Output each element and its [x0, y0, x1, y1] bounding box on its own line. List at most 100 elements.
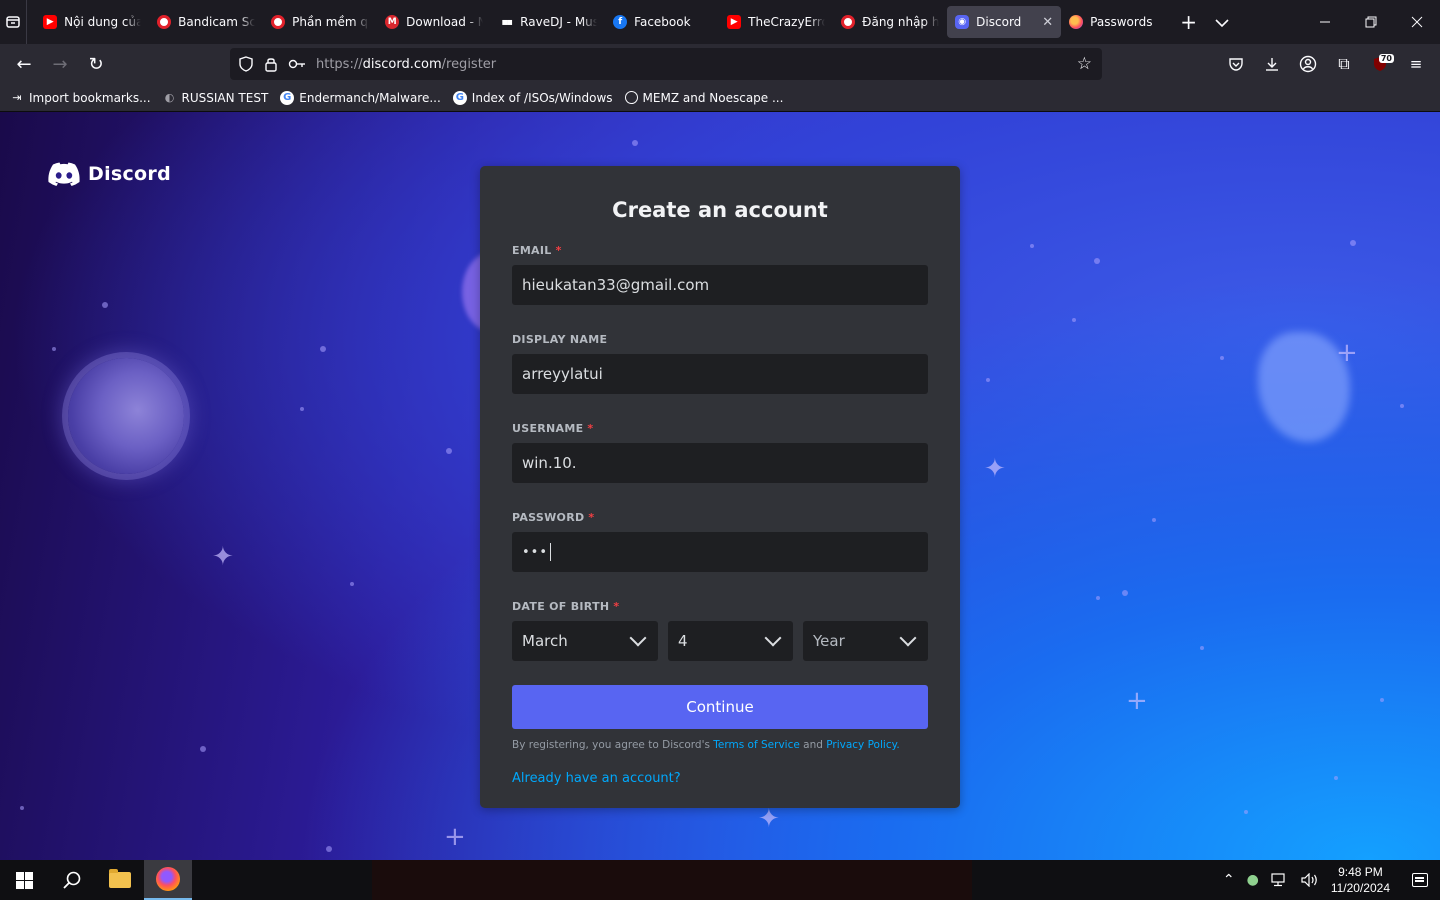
- star: [1096, 596, 1100, 600]
- file-explorer-button[interactable]: [96, 860, 144, 900]
- star: [320, 346, 326, 352]
- globe-icon: [624, 91, 638, 104]
- star: [52, 347, 56, 351]
- required-marker: *: [613, 600, 620, 613]
- star: [1152, 518, 1156, 522]
- sparkle: +: [1336, 338, 1358, 368]
- firefox-icon: [156, 867, 180, 891]
- tabbar-controls: [1202, 0, 1440, 44]
- tab-label: Bandicam Sc: [178, 15, 256, 29]
- url-text[interactable]: https://discord.com/register: [316, 57, 496, 72]
- star: [300, 407, 304, 411]
- url-bar[interactable]: https://discord.com/register ☆: [230, 48, 1102, 80]
- tab-facebook[interactable]: f Facebook: [605, 6, 719, 38]
- windows-taskbar: ⌃ ● 9:48 PM 11/20/2024: [0, 860, 1440, 900]
- privacy-policy-link[interactable]: Privacy Policy: [826, 739, 896, 751]
- continue-button[interactable]: Continue: [512, 685, 928, 729]
- key-icon[interactable]: [288, 58, 306, 70]
- terms-of-service-link[interactable]: Terms of Service: [713, 739, 800, 751]
- lock-icon[interactable]: [264, 56, 278, 72]
- close-tab-icon[interactable]: ✕: [1042, 15, 1053, 30]
- login-link[interactable]: Already have an account?: [512, 771, 928, 786]
- ublock-button[interactable]: 70: [1362, 48, 1398, 80]
- start-button[interactable]: [0, 860, 48, 900]
- chevron-down-icon: [1215, 18, 1229, 27]
- bookmark-index-isos[interactable]: G Index of /ISOs/Windows: [452, 90, 613, 105]
- tab-phan-mem[interactable]: Phần mềm q: [263, 6, 377, 38]
- account-button[interactable]: [1290, 48, 1326, 80]
- star: [1094, 258, 1100, 264]
- star: [1200, 646, 1204, 650]
- star: [1350, 240, 1356, 246]
- forward-button[interactable]: →: [42, 48, 78, 80]
- firefox-taskbar-button[interactable]: [144, 860, 192, 900]
- tab-discord[interactable]: ◉ Discord ✕: [947, 6, 1062, 38]
- bookmarks-toolbar: ⇥ Import bookmarks... ◐ RUSSIAN TEST G Ende…: [0, 84, 1440, 112]
- password-field[interactable]: •••: [512, 532, 928, 572]
- user-icon[interactable]: ●: [1247, 872, 1259, 888]
- downloads-button[interactable]: [1254, 48, 1290, 80]
- star: [1334, 776, 1338, 780]
- tab-bandicam[interactable]: Bandicam Sc: [149, 6, 263, 38]
- show-hidden-icons-chevron-icon[interactable]: ⌃: [1223, 872, 1235, 888]
- username-field[interactable]: win.10.: [512, 443, 928, 483]
- notification-center-icon[interactable]: [1412, 873, 1428, 887]
- label-text: DISPLAY NAME: [512, 333, 608, 346]
- volume-icon[interactable]: [1301, 873, 1319, 887]
- star: [632, 140, 638, 146]
- star: [1244, 810, 1248, 814]
- tab-strip: ▶ Nội dung của Bandicam Sc Phần mềm q M Do…: [0, 0, 1440, 44]
- star: [1220, 356, 1224, 360]
- brand-wordmark: Discord: [88, 163, 171, 185]
- day-select[interactable]: 4: [668, 621, 793, 661]
- username-label: USERNAME *: [512, 422, 928, 435]
- tab-thecrazyerror[interactable]: ▶ TheCrazyErro: [719, 6, 833, 38]
- tab-youtube-content[interactable]: ▶ Nội dung của: [35, 6, 149, 38]
- required-marker: *: [555, 244, 562, 257]
- arrow-left-icon: ←: [16, 53, 32, 75]
- continue-label: Continue: [686, 698, 754, 716]
- network-icon[interactable]: [1271, 873, 1289, 887]
- bookmark-star-icon[interactable]: ☆: [1077, 54, 1092, 74]
- bookmark-russian-test[interactable]: ◐ RUSSIAN TEST: [163, 91, 269, 105]
- tab-label: Đăng nhập h: [862, 15, 940, 29]
- tab-dang-nhap[interactable]: Đăng nhập h: [833, 6, 947, 38]
- back-button[interactable]: ←: [6, 48, 42, 80]
- minimize-button[interactable]: [1302, 0, 1348, 44]
- reload-button[interactable]: ↻: [78, 48, 114, 80]
- bookmark-memz[interactable]: MEMZ and Noescape ...: [624, 91, 783, 105]
- clock[interactable]: 9:48 PM 11/20/2024: [1331, 864, 1390, 896]
- extensions-button[interactable]: ⧉: [1326, 48, 1362, 80]
- close-window-button[interactable]: [1394, 0, 1440, 44]
- close-icon: [1411, 16, 1423, 28]
- bookmark-import[interactable]: ⇥ Import bookmarks...: [10, 91, 150, 105]
- firefox-view-button[interactable]: [0, 0, 28, 44]
- app-menu-button[interactable]: ≡: [1398, 48, 1434, 80]
- tab-passwords[interactable]: Passwords: [1061, 6, 1175, 38]
- tab-label: TheCrazyErro: [748, 15, 826, 29]
- reload-icon: ↻: [88, 53, 104, 75]
- discord-register-page: ✦ ✦ ✦ + + + Discord Create an account EM…: [0, 112, 1440, 860]
- tab-ravedj[interactable]: ▪▪ RaveDJ - Mus: [491, 6, 605, 38]
- restore-button[interactable]: [1348, 0, 1394, 44]
- tab-label: Download - N: [406, 15, 484, 29]
- email-field[interactable]: hieukatan33@gmail.com: [512, 265, 928, 305]
- month-select[interactable]: March: [512, 621, 658, 661]
- firefox-view-icon: [6, 16, 20, 28]
- bookmark-endermanch[interactable]: G Endermanch/Malware...: [280, 90, 441, 105]
- tab-label: Facebook: [634, 15, 691, 29]
- url-scheme: https://: [316, 56, 363, 72]
- shield-icon[interactable]: [238, 56, 254, 72]
- year-select[interactable]: Year: [803, 621, 928, 661]
- pocket-button[interactable]: [1218, 48, 1254, 80]
- list-all-tabs-button[interactable]: [1202, 13, 1242, 32]
- tab-mega-download[interactable]: M Download - N: [377, 6, 491, 38]
- restore-icon: [1365, 16, 1377, 28]
- clock-time: 9:48 PM: [1338, 865, 1383, 879]
- search-button[interactable]: [48, 860, 96, 900]
- discord-logo[interactable]: Discord: [48, 162, 171, 186]
- display-name-field[interactable]: arreyylatui: [512, 354, 928, 394]
- ravedj-icon: ▪▪: [501, 16, 513, 28]
- new-tab-button[interactable]: +: [1175, 10, 1202, 34]
- email-label: EMAIL *: [512, 244, 928, 257]
